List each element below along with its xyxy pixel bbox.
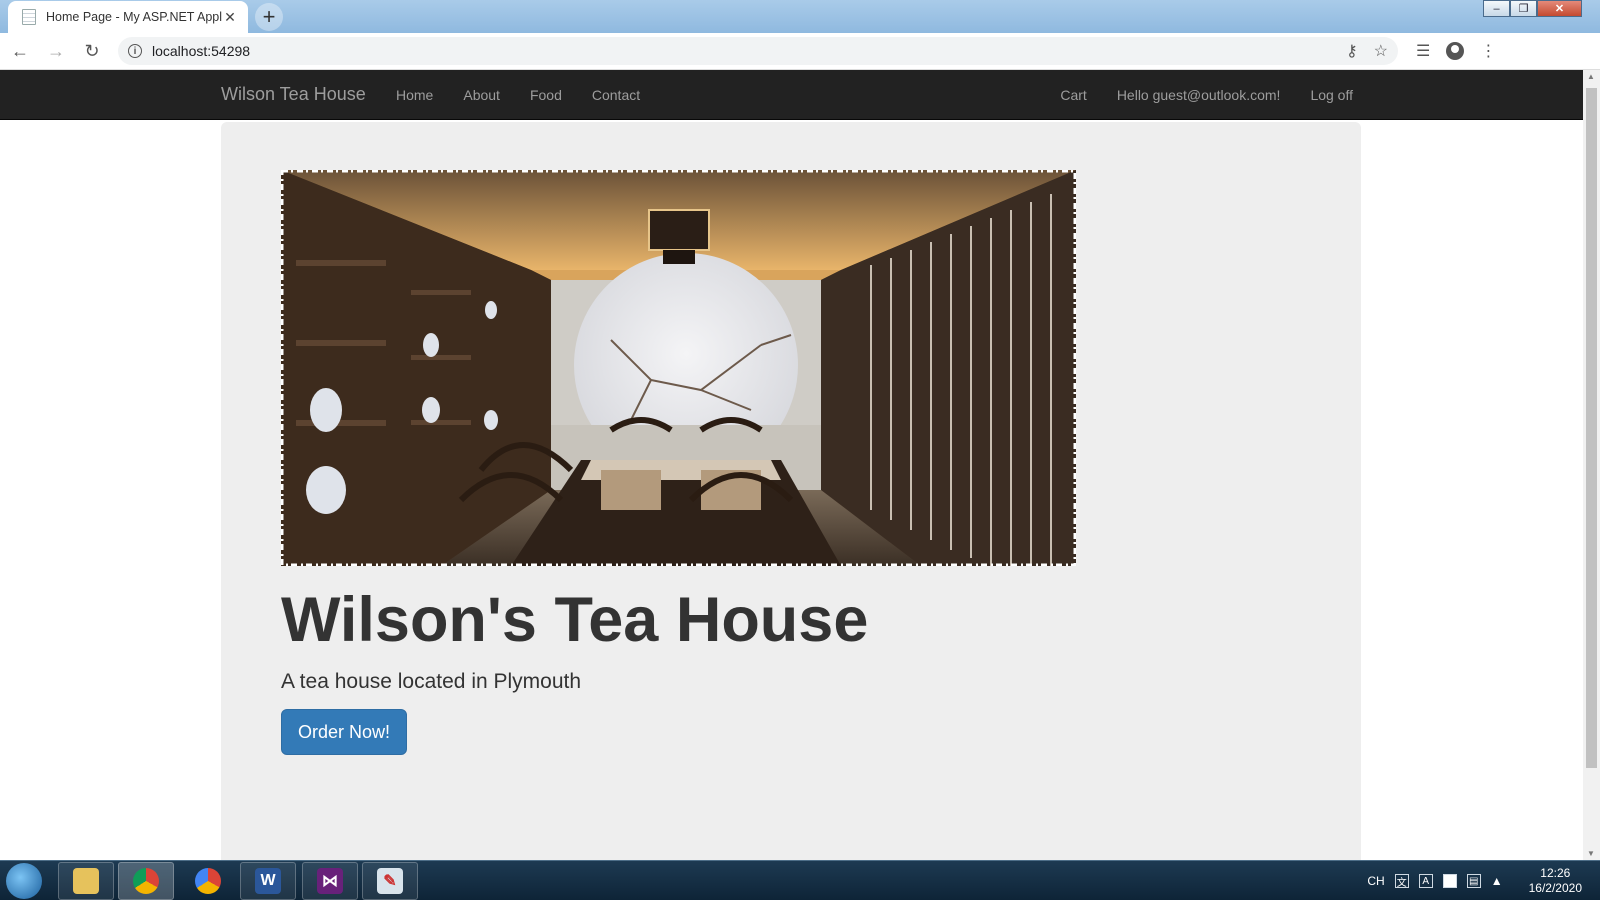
more-menu-icon[interactable]: ⋮ <box>1480 41 1496 61</box>
input-language[interactable]: CH <box>1367 874 1384 888</box>
media-queue-icon[interactable]: ☰ <box>1416 41 1430 61</box>
bookmark-star-icon[interactable]: ☆ <box>1374 41 1388 61</box>
scroll-up-arrow-icon[interactable]: ▲ <box>1587 72 1595 81</box>
chrome-icon <box>133 868 159 894</box>
nav-link-food[interactable]: Food <box>515 87 577 103</box>
jumbotron: Wilson's Tea House A tea house located i… <box>221 122 1361 860</box>
reload-icon[interactable]: ↻ <box>76 35 108 67</box>
tab-close-icon[interactable]: ✕ <box>222 9 238 26</box>
taskbar-paint[interactable]: ✎ <box>362 862 418 900</box>
clock-date: 16/2/2020 <box>1528 881 1582 895</box>
jumbotron-title: Wilson's Tea House <box>281 585 869 655</box>
address-bar: ← → ↻ i localhost:54298 ⚷ ☆ ☰ ⋮ <box>0 33 1600 70</box>
paint-palette-icon: ✎ <box>377 868 403 894</box>
taskbar-clock[interactable]: 12:26 16/2/2020 <box>1529 866 1582 896</box>
forward-arrow-icon[interactable]: → <box>40 35 72 67</box>
browser-tab[interactable]: Home Page - My ASP.NET Applic ✕ <box>8 1 248 33</box>
jumbotron-subtitle: A tea house located in Plymouth <box>281 670 582 693</box>
taskbar-visual-studio[interactable]: ⋈ <box>302 862 358 900</box>
taskbar-file-explorer[interactable] <box>58 862 114 900</box>
new-tab-button[interactable]: + <box>255 3 283 31</box>
order-now-button[interactable]: Order Now! <box>281 709 407 755</box>
taskbar-chrome-canary[interactable] <box>180 862 236 900</box>
show-hidden-icons-icon[interactable]: ▲ <box>1491 874 1503 888</box>
back-arrow-icon[interactable]: ← <box>4 35 36 67</box>
font-mode-icon[interactable]: A <box>1418 874 1433 888</box>
window-close-button[interactable]: ✕ <box>1537 0 1582 17</box>
nav-left-links: Home About Food Contact <box>381 87 655 103</box>
window-controls: – ❐ ✕ <box>1483 0 1582 17</box>
ime-icon[interactable]: 文 <box>1394 874 1409 889</box>
nav-link-about[interactable]: About <box>448 87 515 103</box>
nav-link-contact[interactable]: Contact <box>577 87 655 103</box>
visual-studio-icon: ⋈ <box>317 868 343 894</box>
folder-icon <box>73 868 99 894</box>
tea-room-hero-image <box>281 170 1076 566</box>
profile-icon[interactable] <box>1446 42 1465 60</box>
network-icon[interactable]: ▤ <box>1466 874 1481 888</box>
browser-tabstrip: Home Page - My ASP.NET Applic ✕ + – ❐ ✕ <box>0 0 1600 33</box>
site-navbar: Wilson Tea House Home About Food Contact… <box>0 70 1583 120</box>
page-scrollbar[interactable]: ▲ ▼ <box>1583 70 1600 860</box>
nav-link-user-greeting[interactable]: Hello guest@outlook.com! <box>1102 87 1296 103</box>
page-favicon-icon <box>22 9 36 25</box>
navbar-brand[interactable]: Wilson Tea House <box>221 84 366 105</box>
key-icon[interactable]: ⚷ <box>1346 41 1358 61</box>
url-text: localhost:54298 <box>152 43 251 59</box>
scrollbar-thumb[interactable] <box>1586 88 1597 768</box>
nav-link-home[interactable]: Home <box>381 87 448 103</box>
windows-taskbar: W ⋈ ✎ CH 文 A ▤ ▲ 12:26 16/2/2020 <box>0 860 1600 900</box>
url-input[interactable]: i localhost:54298 ⚷ ☆ <box>118 37 1398 65</box>
restore-button[interactable]: ❐ <box>1510 0 1537 17</box>
system-tray: CH 文 A ▤ ▲ 12:26 16/2/2020 <box>1367 861 1582 900</box>
start-button[interactable] <box>6 863 42 899</box>
tea-room-illustration <box>281 170 1076 566</box>
word-icon: W <box>255 868 281 894</box>
scroll-down-arrow-icon[interactable]: ▼ <box>1587 849 1595 858</box>
minimize-button[interactable]: – <box>1483 0 1510 17</box>
tab-title: Home Page - My ASP.NET Applic <box>46 10 222 24</box>
taskbar-chrome[interactable] <box>118 862 174 900</box>
clock-time: 12:26 <box>1540 866 1571 880</box>
nav-link-cart[interactable]: Cart <box>1045 87 1101 103</box>
page-viewport: Wilson Tea House Home About Food Contact… <box>0 70 1583 860</box>
info-icon[interactable]: i <box>128 44 142 58</box>
nav-link-log-off[interactable]: Log off <box>1295 87 1368 103</box>
nav-right-links: Cart Hello guest@outlook.com! Log off <box>1045 87 1368 103</box>
keyboard-icon[interactable] <box>1442 874 1457 888</box>
taskbar-word[interactable]: W <box>240 862 296 900</box>
chrome-canary-icon <box>195 868 221 894</box>
